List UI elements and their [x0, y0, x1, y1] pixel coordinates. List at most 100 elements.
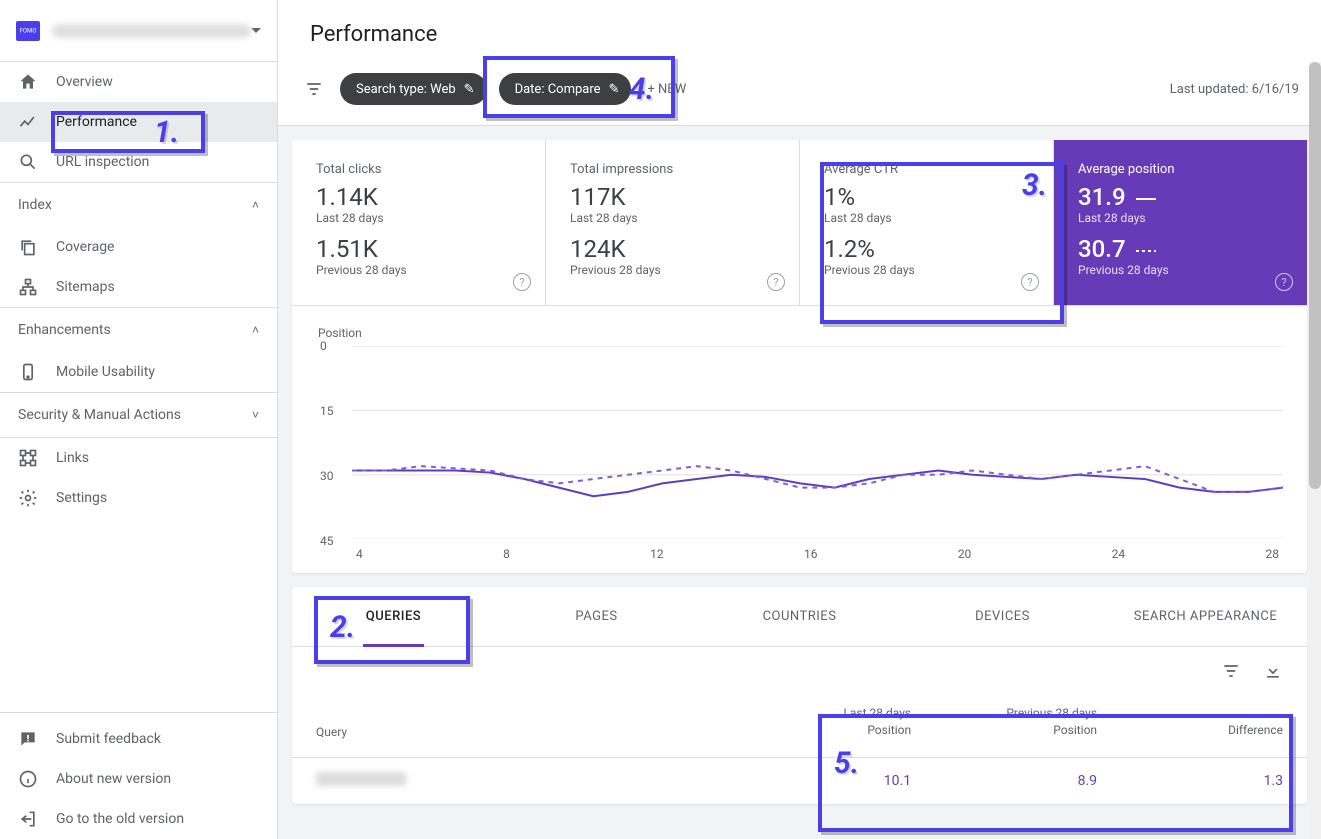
nav-label: Mobile Usability [56, 364, 155, 380]
chip-date[interactable]: Date: Compare ✎ [499, 73, 632, 105]
metric-tile[interactable]: Average position31.9Last 28 days30.7Prev… [1054, 140, 1307, 305]
sidebar: Overview Performance URL inspection Inde… [0, 0, 278, 839]
x-tick: 24 [1112, 547, 1126, 561]
y-tick: 45 [320, 534, 334, 548]
metric-previous-value: 1.51K [316, 235, 521, 263]
group-security[interactable]: Security & Manual Actions ˅ [0, 392, 277, 437]
help-icon[interactable]: ? [513, 273, 531, 291]
metric-tile[interactable]: Total impressions117KLast 28 days124KPre… [546, 140, 800, 305]
nav-about[interactable]: About new version [0, 759, 277, 799]
home-icon [18, 72, 38, 92]
tab-pages[interactable]: PAGES [495, 587, 698, 646]
nav-coverage[interactable]: Coverage [0, 227, 277, 267]
tab-devices[interactable]: DEVICES [901, 587, 1104, 646]
group-index[interactable]: Index ˄ [0, 182, 277, 227]
metric-previous-value: 30.7 [1078, 235, 1283, 263]
metric-previous-period: Previous 28 days [1078, 263, 1283, 277]
metric-current-value: 1% [824, 183, 1029, 211]
main: Performance Search type: Web ✎ Date: Com… [278, 0, 1321, 839]
cell-last: 10.1 [725, 773, 911, 789]
nav-label: About new version [56, 771, 171, 787]
metric-previous-period: Previous 28 days [316, 263, 521, 277]
x-tick: 4 [356, 547, 363, 561]
table-filter-icon[interactable] [1221, 661, 1241, 685]
nav-performance[interactable]: Performance [0, 102, 277, 142]
tab-queries[interactable]: QUERIES [292, 587, 495, 646]
metric-title: Total clicks [316, 162, 521, 177]
pencil-icon: ✎ [609, 82, 620, 97]
last-updated: Last updated: 6/16/19 [1170, 82, 1299, 97]
group-title: Index [18, 197, 52, 213]
nav-settings[interactable]: Settings [0, 478, 277, 518]
nav-sitemaps[interactable]: Sitemaps [0, 267, 277, 307]
search-icon [18, 152, 38, 172]
chip-search-type[interactable]: Search type: Web ✎ [340, 73, 487, 105]
x-tick: 20 [958, 547, 972, 561]
nav-label: Overview [56, 74, 113, 90]
metric-previous-value: 1.2% [824, 235, 1029, 263]
chevron-down-icon [251, 28, 261, 33]
filters-bar: Search type: Web ✎ Date: Compare ✎ + NEW… [278, 65, 1321, 126]
pencil-icon: ✎ [464, 82, 475, 97]
metric-current-value: 117K [570, 183, 775, 211]
copy-icon [18, 237, 38, 257]
sitemap-icon [18, 277, 38, 297]
metric-current-value: 31.9 [1078, 183, 1283, 211]
nav-label: Coverage [56, 239, 114, 255]
info-icon [18, 769, 38, 789]
nav-feedback[interactable]: Submit feedback [0, 719, 277, 759]
chart-svg [352, 346, 1283, 539]
chart: Position 0 15 30 45 [292, 306, 1307, 573]
metric-previous-period: Previous 28 days [824, 263, 1029, 277]
feedback-icon [18, 729, 38, 749]
nav-label: Links [56, 450, 89, 466]
nav-old-version[interactable]: Go to the old version [0, 799, 277, 839]
chevron-up-icon: ˄ [252, 198, 259, 212]
group-title: Enhancements [18, 322, 111, 338]
chart-ylabel: Position [318, 326, 1283, 340]
nav-label: Submit feedback [56, 731, 161, 747]
nav-overview[interactable]: Overview [0, 62, 277, 102]
metric-tile[interactable]: Total clicks1.14KLast 28 days1.51KPrevio… [292, 140, 546, 305]
filter-icon[interactable] [300, 75, 328, 103]
nav-label: URL inspection [56, 154, 149, 170]
trending-icon [18, 112, 38, 132]
exit-icon [18, 809, 38, 829]
group-title: Security & Manual Actions [18, 407, 181, 423]
table-row[interactable]: 10.1 8.9 1.3 [292, 758, 1307, 804]
scrollbar[interactable] [1309, 62, 1321, 839]
help-icon[interactable]: ? [1275, 273, 1293, 291]
tab-countries[interactable]: COUNTRIES [698, 587, 901, 646]
y-tick: 15 [320, 404, 334, 418]
site-logo [16, 21, 40, 41]
nav-url-inspection[interactable]: URL inspection [0, 142, 277, 182]
cell-query [316, 772, 725, 790]
chevron-down-icon: ˅ [252, 408, 259, 422]
add-filter-button[interactable]: + NEW [647, 82, 686, 97]
y-tick: 30 [320, 469, 334, 483]
site-name-blurred [52, 24, 251, 38]
help-icon[interactable]: ? [1021, 273, 1039, 291]
y-tick: 0 [320, 339, 327, 353]
chevron-up-icon: ˄ [252, 323, 259, 337]
metric-tile[interactable]: Average CTR1%Last 28 days1.2%Previous 28… [800, 140, 1054, 305]
table-head: Query Last 28 daysPosition Previous 28 d… [292, 699, 1307, 758]
nav-mobile-usability[interactable]: Mobile Usability [0, 352, 277, 392]
cell-prev: 8.9 [911, 773, 1097, 789]
th-last-position: Last 28 daysPosition [725, 705, 911, 739]
chip-label: Date: Compare [515, 82, 601, 97]
metric-current-value: 1.14K [316, 183, 521, 211]
site-selector[interactable] [0, 0, 277, 62]
tab-search-appearance[interactable]: SEARCH APPEARANCE [1104, 587, 1307, 646]
x-tick: 8 [503, 547, 510, 561]
metric-title: Average CTR [824, 162, 1029, 177]
x-tick: 16 [804, 547, 818, 561]
x-tick: 28 [1265, 547, 1279, 561]
help-icon[interactable]: ? [767, 273, 785, 291]
nav-links[interactable]: Links [0, 438, 277, 478]
group-enhancements[interactable]: Enhancements ˄ [0, 307, 277, 352]
download-icon[interactable] [1263, 661, 1283, 685]
metric-title: Average position [1078, 162, 1283, 177]
x-tick: 12 [650, 547, 664, 561]
th-difference: Difference [1097, 705, 1283, 739]
